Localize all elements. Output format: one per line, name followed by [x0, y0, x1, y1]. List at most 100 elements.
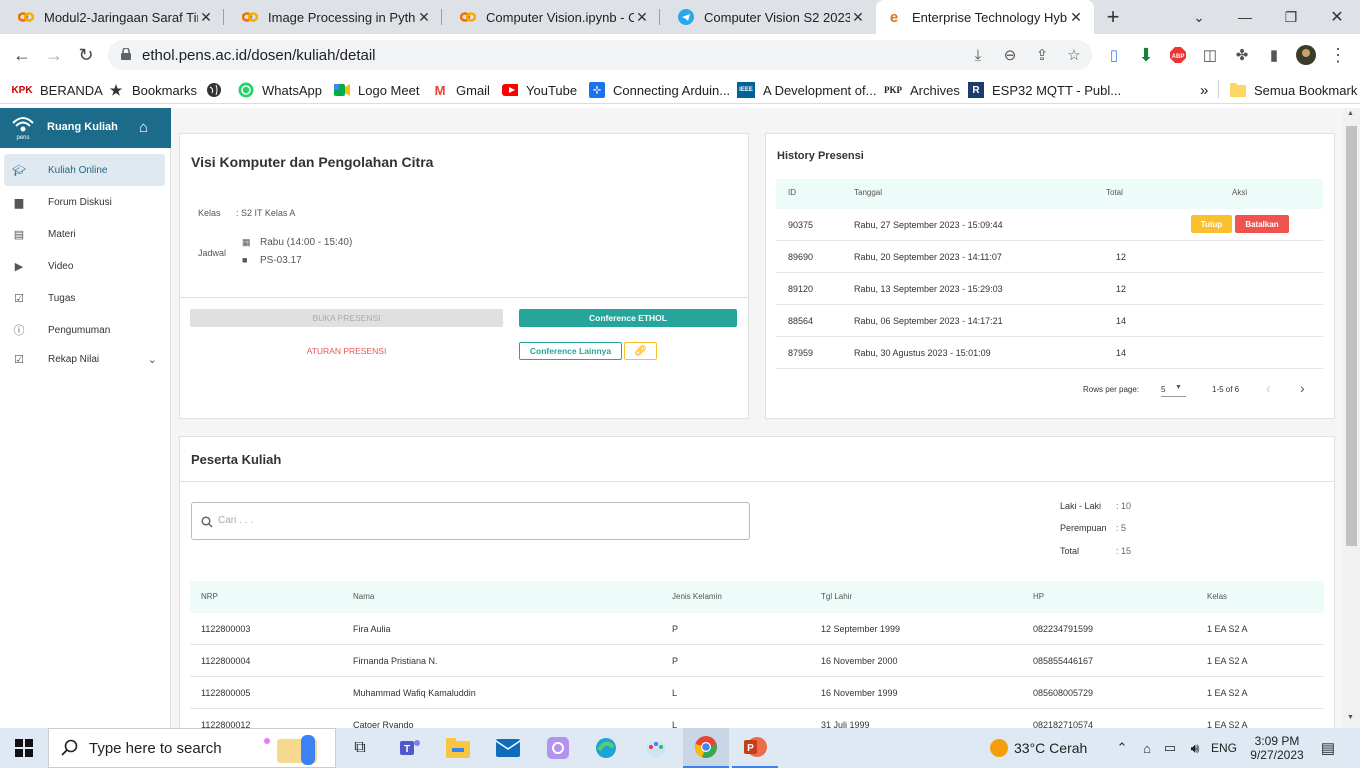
browser-tab[interactable]: Computer Vision.ipynb - Col ✕: [442, 0, 660, 34]
reload-icon[interactable]: ↻: [72, 41, 100, 69]
sidebar-item-materi[interactable]: ▤ Materi: [4, 218, 165, 250]
buka-presensi-button[interactable]: BUKA PRESENSI: [190, 309, 503, 327]
weather-text[interactable]: 33°C Cerah: [1014, 728, 1102, 768]
next-page-icon[interactable]: ›: [1300, 380, 1305, 396]
bookmark-star-icon[interactable]: ☆: [1064, 45, 1084, 65]
wifi-icon[interactable]: ⌂: [1136, 728, 1158, 768]
sidebar-item-rekap-nilai[interactable]: ☑ Rekap Nilai ⌄: [4, 343, 165, 375]
docs-extension-icon[interactable]: ▯: [1104, 45, 1124, 65]
close-window-button[interactable]: ✕: [1314, 0, 1360, 34]
home-icon[interactable]: ⌂: [139, 119, 148, 136]
profile-avatar[interactable]: [1296, 45, 1316, 65]
share-icon[interactable]: ⇪: [1032, 45, 1052, 65]
clock[interactable]: 3:09 PM 9/27/2023: [1244, 728, 1310, 768]
task-view-icon[interactable]: ⧉: [344, 728, 376, 768]
browser-tab-active[interactable]: e Enterprise Technology Hybri ✕: [876, 0, 1094, 34]
bookmark-item[interactable]: ★ Bookmarks: [108, 82, 197, 98]
sidepanel-icon[interactable]: ▮: [1264, 45, 1284, 65]
edge-icon[interactable]: [590, 728, 622, 768]
bookmark-item[interactable]: PKP Archives: [884, 82, 960, 98]
table-row: 1122800003 Fira Aulia P 12 September 199…: [190, 613, 1324, 645]
search-highlight-icon: [264, 735, 317, 765]
bookmark-item[interactable]: YouTube: [502, 82, 577, 98]
powerpoint-icon[interactable]: P: [732, 728, 778, 768]
rows-per-page-label: Rows per page:: [1083, 385, 1140, 394]
mail-icon[interactable]: [492, 728, 524, 768]
aturan-presensi-link[interactable]: ATURAN PRESENSI: [270, 342, 423, 360]
sidebar-item-pengumuman[interactable]: ⓘ Pengumuman: [4, 314, 165, 346]
browser-tab[interactable]: Modul2-Jaringaan Saraf Tiru ✕: [0, 0, 224, 34]
restore-button[interactable]: ❐: [1268, 0, 1314, 34]
extensions-icon[interactable]: ✤: [1232, 45, 1252, 65]
chevron-up-icon[interactable]: ⌃: [1112, 728, 1132, 768]
zoom-icon[interactable]: ⊖: [1000, 45, 1020, 65]
install-icon[interactable]: ⤓: [968, 45, 988, 65]
taskbar-search[interactable]: Type here to search: [48, 728, 336, 768]
windows-start-icon[interactable]: [0, 728, 48, 768]
bookmark-item[interactable]: [206, 82, 230, 98]
conference-ethol-button[interactable]: Conference ETHOL: [519, 309, 737, 327]
adblock-icon[interactable]: ABP: [1168, 45, 1188, 65]
close-tab-icon[interactable]: ✕: [1068, 9, 1084, 26]
info-icon: ⓘ: [13, 325, 25, 337]
ethol-icon: e: [889, 8, 899, 26]
chrome-icon[interactable]: [683, 728, 729, 768]
bookmark-item[interactable]: M Gmail: [432, 82, 490, 98]
batalkan-button[interactable]: Batalkan: [1235, 215, 1289, 233]
notifications-icon[interactable]: ▤: [1316, 728, 1340, 768]
browser-tab[interactable]: Computer Vision S2 2023 ✕: [660, 0, 876, 34]
bookmarks-more-button[interactable]: »: [1200, 82, 1208, 99]
menu-icon[interactable]: ⋮: [1328, 45, 1348, 65]
photos-icon[interactable]: [542, 728, 574, 768]
battery-icon[interactable]: ▭: [1160, 728, 1180, 768]
tab-search-icon[interactable]: ⌄: [1176, 0, 1222, 34]
search-input[interactable]: Cari . . .: [191, 502, 750, 540]
prev-page-icon[interactable]: ‹: [1266, 380, 1271, 396]
all-bookmarks-folder[interactable]: Semua Bookmark: [1230, 82, 1357, 98]
browser-tab[interactable]: Image Processing in Python_ ✕: [224, 0, 442, 34]
schedule-time: Rabu (14:00 - 15:40): [260, 237, 353, 248]
bookmark-item[interactable]: IEEE A Development of...: [737, 82, 876, 98]
dropdown-icon: ▼: [1175, 384, 1182, 391]
calendar-icon: ▦: [242, 237, 251, 247]
back-icon[interactable]: ←: [8, 41, 36, 69]
sidebar-item-video[interactable]: ▶ Video: [4, 250, 165, 282]
scrollbar-thumb[interactable]: [1346, 126, 1357, 546]
page-scrollbar[interactable]: ▲ ▼: [1343, 108, 1360, 728]
book-icon: ▤: [13, 228, 25, 241]
table-row: 89690 Rabu, 20 September 2023 - 14:11:07…: [776, 241, 1323, 273]
volume-icon[interactable]: 🔊︎: [1184, 728, 1206, 768]
paint-icon[interactable]: [640, 728, 672, 768]
close-tab-icon[interactable]: ✕: [850, 9, 866, 26]
close-tab-icon[interactable]: ✕: [198, 9, 214, 26]
address-bar[interactable]: ethol.pens.ac.id/dosen/kuliah/detail: [108, 40, 1092, 70]
bookmark-item[interactable]: KPK BERANDA: [11, 82, 102, 98]
bookmark-item[interactable]: R ESP32 MQTT - Publ...: [968, 82, 1121, 98]
minimize-button[interactable]: —: [1222, 0, 1268, 34]
reader-extension-icon[interactable]: ◫: [1200, 45, 1220, 65]
link-icon[interactable]: 🔗︎: [624, 342, 657, 360]
table-header: ID Tanggal Total Aksi: [776, 179, 1323, 209]
scroll-down-icon[interactable]: ▼: [1347, 714, 1354, 721]
bookmark-item[interactable]: Logo Meet: [334, 82, 419, 98]
kpk-icon: KPK: [11, 84, 33, 96]
teams-icon[interactable]: T: [394, 728, 426, 768]
close-tab-icon[interactable]: ✕: [634, 9, 650, 26]
download-extension-icon[interactable]: ⬇: [1136, 45, 1156, 65]
new-tab-button[interactable]: +: [1094, 0, 1132, 34]
conference-lainnya-button[interactable]: Conference Lainnya: [519, 342, 622, 360]
bookmark-item[interactable]: ⊹ Connecting Arduin...: [589, 82, 730, 98]
bookmark-item[interactable]: WhatsApp: [238, 82, 322, 98]
forward-icon[interactable]: →: [40, 41, 68, 69]
sidebar-item-kuliah-online[interactable]: 🎓︎ Kuliah Online: [4, 154, 165, 186]
rows-per-page-select[interactable]: 5 ▼: [1161, 379, 1186, 397]
page-range: 1-5 of 6: [1212, 385, 1240, 394]
sidebar-item-forum-diskusi[interactable]: ▆ Forum Diskusi: [4, 186, 165, 218]
tutup-button[interactable]: Tutup: [1191, 215, 1232, 233]
close-tab-icon[interactable]: ✕: [416, 9, 432, 26]
sidebar-item-tugas[interactable]: ☑ Tugas: [4, 282, 165, 314]
language-indicator[interactable]: ENG: [1208, 728, 1240, 768]
file-explorer-icon[interactable]: [442, 728, 474, 768]
scroll-up-icon[interactable]: ▲: [1347, 110, 1354, 117]
course-card: Visi Komputer dan Pengolahan Citra Kelas…: [179, 133, 749, 419]
